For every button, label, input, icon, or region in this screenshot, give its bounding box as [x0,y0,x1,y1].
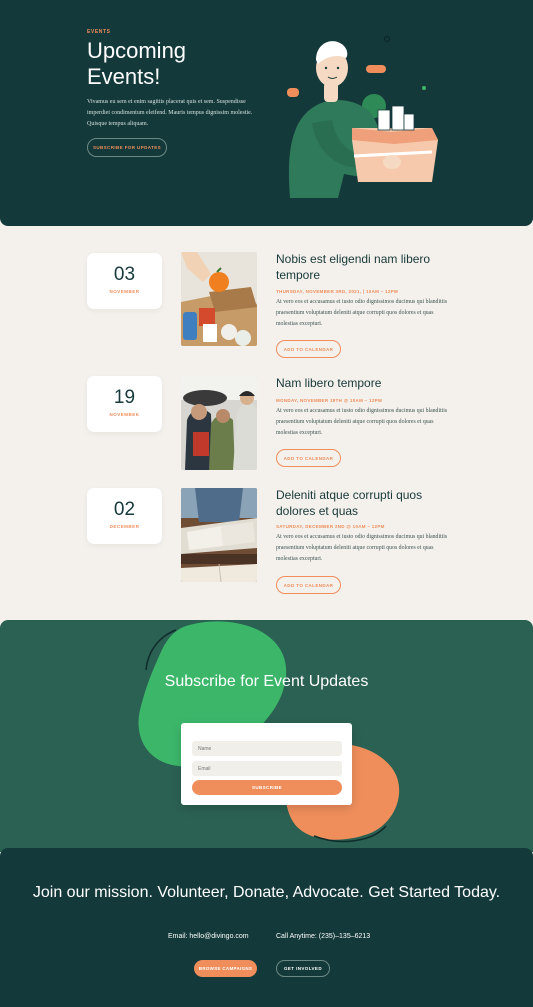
subscribe-form: SUBSCRIBE [181,723,352,805]
event-title: Nam libero tempore [276,376,382,390]
email-field[interactable] [192,761,342,776]
event-meta: MONDAY, NOVEMBER 19TH @ 10AM – 12PM [276,398,382,403]
get-involved-button[interactable]: GET INVOLVED [276,960,330,977]
event-meta: THURSDAY, NOVEMBER 3RD, 2021, | 10AM – 1… [276,289,399,294]
event-photo-books [181,488,257,582]
event-description: At vero eos et accusamus et iusto odio d… [276,299,448,327]
event-date-card: 03 NOVEMBER [87,253,162,309]
add-to-calendar-button[interactable]: ADD TO CALENDAR [276,576,341,594]
hero-description: Vivamus eu sem et enim sagittis placerat… [87,99,253,127]
page-title: Upcoming Events! [87,38,187,89]
event-month: NOVEMBER [109,289,140,294]
event-day: 02 [113,499,136,520]
event-photo-food-box [181,252,257,346]
event-photo-crowd [181,376,257,470]
event-month: DECEMBER [109,524,140,529]
add-to-calendar-button[interactable]: ADD TO CALENDAR [276,340,341,358]
subscribe-updates-button[interactable]: SUBSCRIBE FOR UPDATES [87,138,167,157]
browse-campaigns-button[interactable]: BROWSE CAMPAIGNS [194,960,257,977]
subscribe-button[interactable]: SUBSCRIBE [192,780,342,795]
contact-email[interactable]: Email: hello@divingo.com [168,933,249,940]
event-meta: SATURDAY, DECEMBER 2ND @ 10AM – 12PM [276,524,385,529]
event-day: 03 [113,264,136,285]
volunteer-illustration [287,36,438,198]
event-month: NOVEMBEK [109,412,140,417]
event-date-card: 19 NOVEMBEK [87,376,162,432]
hero-section: EVENTS Upcoming Events! Vivamus eu sem e… [0,0,533,226]
cta-title: Join our mission. Volunteer, Donate, Adv… [32,884,501,901]
event-title: Nobis est eligendi nam libero tempore [276,252,431,282]
event-description: At vero eos et accusamus et iusto odio d… [276,408,448,436]
name-field[interactable] [192,741,342,756]
event-day: 19 [113,387,136,408]
contact-phone[interactable]: Call Anytime: (235)–135–6213 [276,933,370,940]
subscribe-title: Subscribe for Event Updates [164,673,369,690]
event-date-card: 02 DECEMBER [87,488,162,544]
add-to-calendar-button[interactable]: ADD TO CALENDAR [276,449,341,467]
cta-section: Join our mission. Volunteer, Donate, Adv… [0,848,533,1007]
event-title: Deleniti atque corrupti quos dolores et … [276,488,423,518]
subscribe-section: Subscribe for Event Updates SUBSCRIBE [0,620,533,852]
hero-eyebrow: EVENTS [87,29,111,35]
event-description: At vero eos et accusamus et iusto odio d… [276,534,448,562]
